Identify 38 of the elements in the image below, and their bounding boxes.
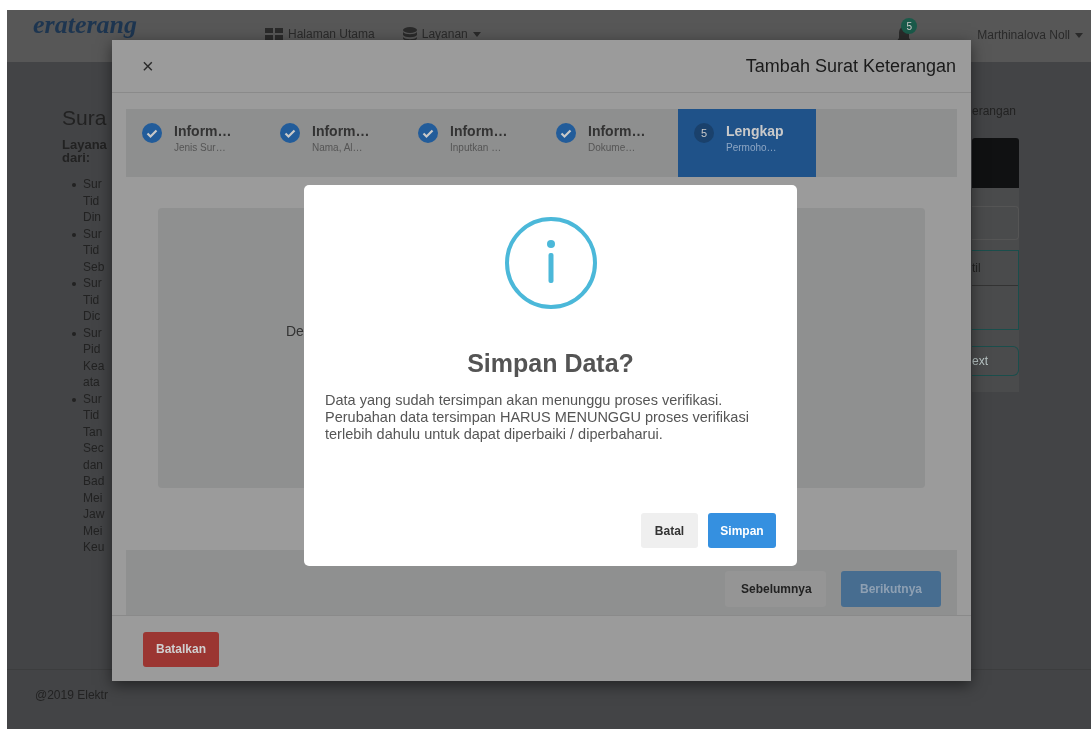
cancel-button[interactable]: Batalkan	[143, 631, 219, 667]
step-subtitle: Nama, Al…	[312, 142, 364, 153]
step-number: 5	[694, 123, 714, 143]
content-text: De	[286, 323, 304, 339]
cancel-dialog-button[interactable]: Batal	[641, 513, 698, 548]
bullet-dot	[72, 397, 76, 402]
step-title: Lengkap	[726, 123, 784, 139]
step-subtitle: Dokume…	[588, 142, 637, 153]
step-title: Inform…	[450, 123, 508, 139]
next-step-button[interactable]: Berikutnya	[841, 571, 941, 607]
panel-header	[972, 138, 1019, 188]
bullet-dot	[72, 282, 76, 286]
wizard-step[interactable]: 5 Lengkap Permoho…	[678, 109, 816, 177]
bullet-dot	[72, 183, 76, 187]
input-field[interactable]	[972, 206, 1019, 240]
info-icon	[504, 217, 597, 309]
wizard-step[interactable]: Inform… Inputkan …	[402, 109, 540, 177]
step-title: Inform…	[312, 123, 370, 139]
grid-icon	[265, 27, 283, 41]
dialog-title: Simpan Data?	[467, 349, 634, 378]
wizard-step[interactable]: Inform… Dokume…	[540, 109, 678, 177]
step-subtitle: Jenis Sur…	[174, 142, 227, 153]
dialog-message: Data yang sudah tersimpan akan menunggu proses verifikasi. Perubahan data tersimpan HARUS MENUNGGU proses verifikasi terlebih dahulu untuk dapat diperbaiki / diperbaharui.	[325, 392, 750, 443]
wizard-step[interactable]: Inform… Jenis Sur…	[126, 109, 264, 177]
step-title: Inform…	[588, 123, 646, 139]
step-subtitle: Inputkan …	[450, 142, 503, 153]
previous-button[interactable]: Sebelumnya	[725, 571, 826, 607]
bullet-dot	[72, 331, 76, 336]
bullet-dot	[72, 232, 76, 237]
next-button[interactable]: ext	[972, 346, 1019, 376]
notification-badge: 5	[901, 18, 918, 34]
step-subtitle: Permoho…	[726, 142, 778, 153]
save-button[interactable]: Simpan	[708, 513, 776, 548]
close-button[interactable]: ×	[142, 54, 154, 78]
modal-title: Tambah Surat Keterangan	[745, 55, 956, 77]
wizard-step[interactable]: Inform… Nama, Al…	[264, 109, 402, 177]
database-icon	[402, 27, 417, 41]
step-title: Inform…	[174, 123, 232, 139]
